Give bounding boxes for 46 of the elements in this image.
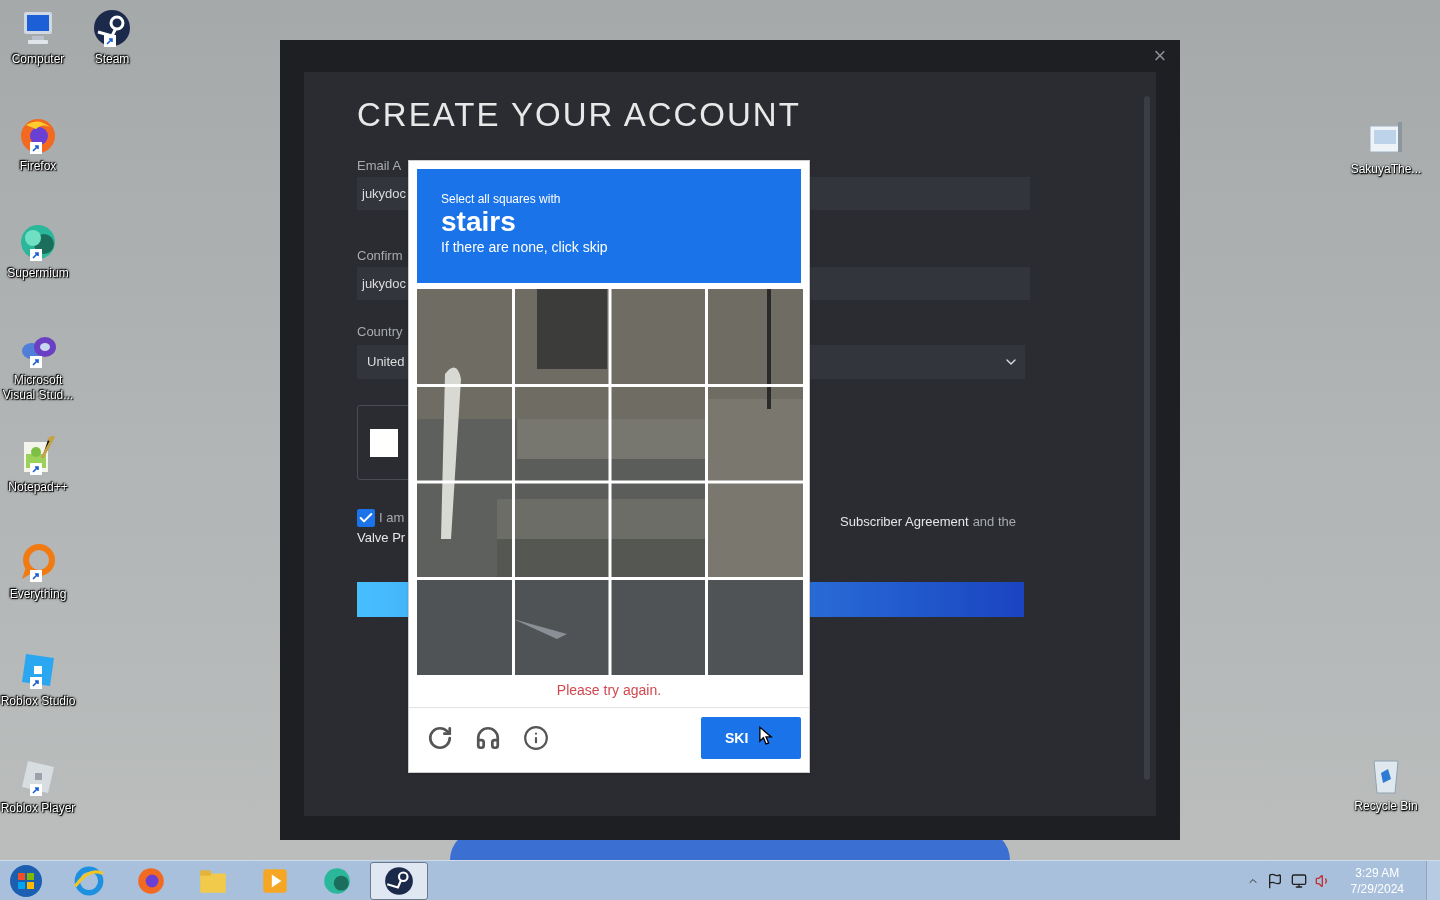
shortcut-arrow-icon — [30, 249, 42, 261]
headphones-icon[interactable] — [475, 725, 501, 751]
privacy-policy-link[interactable]: Valve Pr — [357, 527, 406, 547]
shortcut-arrow-icon — [30, 142, 42, 154]
desktop-icon-label: Steam — [93, 52, 131, 67]
shortcut-arrow-icon — [30, 677, 42, 689]
error-message: Please try again. — [555, 681, 663, 699]
desktop-icon-label: Roblox Player — [0, 801, 76, 816]
captcha-target: stairs — [441, 206, 517, 238]
subscriber-agreement-link[interactable]: Subscriber Agreement — [840, 512, 969, 532]
shortcut-arrow-icon — [30, 463, 42, 475]
taskbar-app-button[interactable] — [370, 861, 428, 900]
captcha-hint: If there are none, click skip — [441, 238, 609, 256]
desktop-icon-label: Roblox Studio — [0, 694, 76, 709]
steam-logo-icon — [383, 864, 415, 897]
robot-checkbox[interactable] — [370, 428, 398, 457]
shortcut-arrow-icon — [30, 570, 42, 582]
desktop-icon-label: Supermium — [6, 266, 70, 281]
shortcut-arrow-icon — [30, 356, 42, 368]
skip-button[interactable]: SKI — [701, 717, 801, 759]
field-label: Country — [357, 324, 403, 340]
captcha-prompt: Select all squares with — [441, 192, 562, 206]
agreement-checkbox[interactable] — [357, 508, 375, 527]
desktop-icon-label: Recycle Bin — [1354, 799, 1418, 814]
mouse-cursor-icon — [759, 726, 773, 746]
field-label: Confirm — [357, 248, 403, 264]
clock-time: 3:29 AM — [1355, 864, 1400, 881]
agreement-text: I am — [379, 509, 405, 527]
dialog-title: CREATE YOUR ACCOUNT — [357, 96, 802, 134]
info-icon[interactable] — [523, 725, 549, 751]
desktop-icon-label: Everything — [8, 587, 68, 602]
network-icon[interactable] — [1290, 872, 1307, 889]
close-button[interactable]: × — [1148, 44, 1172, 68]
desktop-icon-label: Notepad++ — [7, 480, 69, 495]
browser-logo-icon — [73, 864, 105, 897]
shortcut-arrow-icon — [30, 784, 42, 796]
desktop-icon-label: Firefox — [18, 159, 58, 174]
field-label: Email A — [357, 158, 402, 174]
shortcut-arrow-icon — [104, 35, 116, 47]
desktop-icon-label: Microsoft Visual Stud... — [1, 373, 75, 403]
clock-date: 7/29/2024 — [1350, 880, 1404, 897]
flag-icon[interactable] — [1266, 872, 1283, 889]
agreement-text: and the — [972, 513, 1016, 531]
desktop-icon-label: Computer — [10, 52, 66, 67]
reload-icon[interactable] — [427, 725, 453, 751]
desktop-icon-label: SakuyaThe... — [1350, 162, 1422, 177]
